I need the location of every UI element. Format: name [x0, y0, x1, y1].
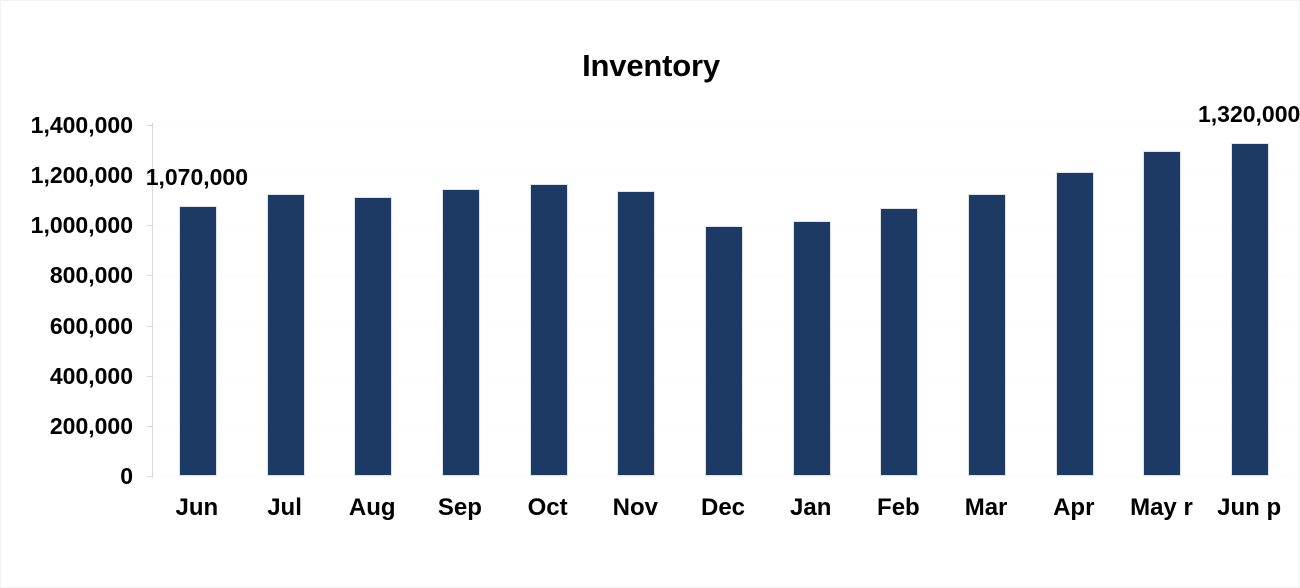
chart-title: Inventory — [582, 48, 720, 83]
bar[interactable] — [880, 208, 919, 476]
bar-slot — [679, 125, 767, 476]
bar[interactable] — [968, 194, 1007, 476]
y-axis-tick-label: 0 — [120, 463, 133, 489]
bar-slot — [942, 125, 1030, 476]
bar[interactable] — [704, 225, 743, 476]
y-axis-tick-label: 1,000,000 — [30, 212, 133, 239]
bar-slot — [591, 125, 679, 476]
x-axis-tick-labels: Jun Jul Aug Sep Oct Nov Dec Jan Feb Mar Apr May r Ju… — [153, 493, 1293, 533]
bar-slot — [1205, 125, 1293, 476]
bar-slot — [767, 125, 855, 476]
bar[interactable] — [354, 196, 393, 476]
bar-slot — [328, 125, 416, 476]
bar[interactable] — [1055, 171, 1094, 476]
x-axis-tick-label: Jun p — [1217, 494, 1282, 521]
bar[interactable] — [617, 190, 656, 476]
chart-container: Inventory 0 200,000 400,000 600,000 800,000 1… — [0, 0, 1300, 588]
bar[interactable] — [792, 220, 831, 476]
y-axis-tick-label: 800,000 — [49, 262, 133, 289]
bar[interactable] — [1231, 143, 1270, 476]
y-axis-tick-label: 400,000 — [49, 362, 133, 389]
bar-slot — [504, 125, 592, 476]
bar[interactable] — [529, 184, 568, 476]
bar-slot — [416, 125, 504, 476]
bar-slot — [1118, 125, 1206, 476]
bar[interactable] — [441, 189, 480, 476]
y-axis-tick — [147, 476, 153, 477]
bar[interactable] — [1143, 150, 1182, 476]
data-label: 1,070,000 — [145, 163, 249, 190]
plot-area: 0 200,000 400,000 600,000 800,000 1,000,000 1,… — [31, 103, 1300, 488]
gridline — [153, 476, 1293, 477]
data-label: 1,320,000 — [1197, 101, 1300, 128]
y-axis-tick-label: 200,000 — [49, 412, 133, 439]
bar[interactable] — [266, 194, 305, 476]
y-axis-tick-label: 600,000 — [49, 312, 133, 339]
y-axis-tick-label: 1,400,000 — [30, 112, 133, 138]
bar-slot — [855, 125, 943, 476]
bar[interactable] — [178, 205, 217, 476]
bar-slot — [1030, 125, 1118, 476]
